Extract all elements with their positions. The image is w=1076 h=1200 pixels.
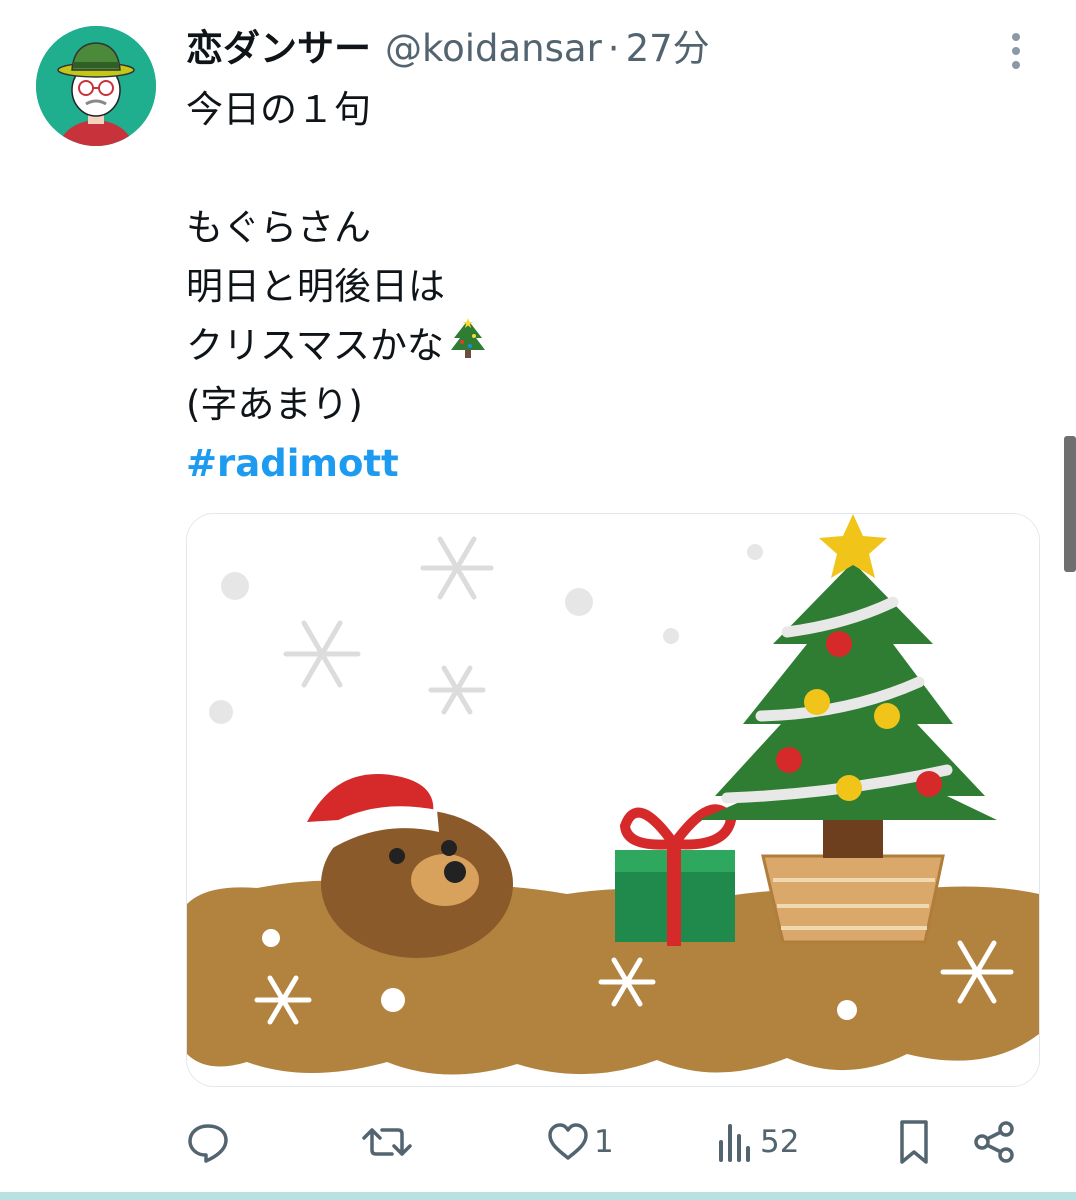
tweet-header: 恋ダンサー @koidansar · 27分 xyxy=(186,24,710,74)
reply-button[interactable] xyxy=(186,1112,230,1172)
action-bar: 1 52 xyxy=(186,1112,1036,1172)
share-button[interactable] xyxy=(972,1112,1018,1172)
like-button[interactable]: 1 xyxy=(546,1112,614,1172)
bottom-divider xyxy=(0,1192,1076,1200)
tweet-text: 今日の１句 もぐらさん 明日と明後日は クリスマスかな (字あまり) #radi… xyxy=(186,80,1006,493)
tweet-line: もぐらさん xyxy=(186,206,371,249)
separator-dot: · xyxy=(607,27,620,70)
tweet-line-text: クリスマスかな xyxy=(186,324,444,367)
tweet-line-with-emoji: クリスマスかな xyxy=(186,316,1006,375)
timestamp[interactable]: 27分 xyxy=(626,24,710,74)
user-handle[interactable]: @koidansar xyxy=(385,24,602,74)
tweet-line: (字あまり) xyxy=(186,383,363,426)
views-button[interactable]: 52 xyxy=(716,1112,799,1172)
tweet[interactable]: 恋ダンサー @koidansar · 27分 今日の１句 もぐらさん 明日と明後… xyxy=(0,0,1076,1200)
share-icon xyxy=(972,1119,1018,1165)
mole-christmas-illustration xyxy=(187,514,1039,1086)
scrollbar-thumb[interactable] xyxy=(1064,436,1076,572)
bookmark-button[interactable] xyxy=(894,1112,934,1172)
tweet-image[interactable] xyxy=(186,513,1040,1087)
christmas-tree-icon xyxy=(448,318,488,379)
bookmark-icon xyxy=(894,1118,934,1166)
views-count: 52 xyxy=(760,1124,800,1160)
heart-icon xyxy=(546,1120,590,1164)
views-chart-icon xyxy=(716,1120,756,1164)
hashtag-link[interactable]: #radimott xyxy=(186,442,399,485)
like-count: 1 xyxy=(594,1124,614,1160)
display-name[interactable]: 恋ダンサー xyxy=(186,24,371,74)
tweet-line: 明日と明後日は xyxy=(186,265,445,308)
retweet-button[interactable] xyxy=(362,1112,412,1172)
tweet-line: 今日の１句 xyxy=(186,88,371,131)
avatar[interactable] xyxy=(36,26,156,146)
reply-icon xyxy=(186,1120,230,1164)
retweet-icon xyxy=(362,1120,412,1164)
more-options-icon[interactable] xyxy=(1000,28,1032,72)
avatar-illustration xyxy=(36,26,156,146)
